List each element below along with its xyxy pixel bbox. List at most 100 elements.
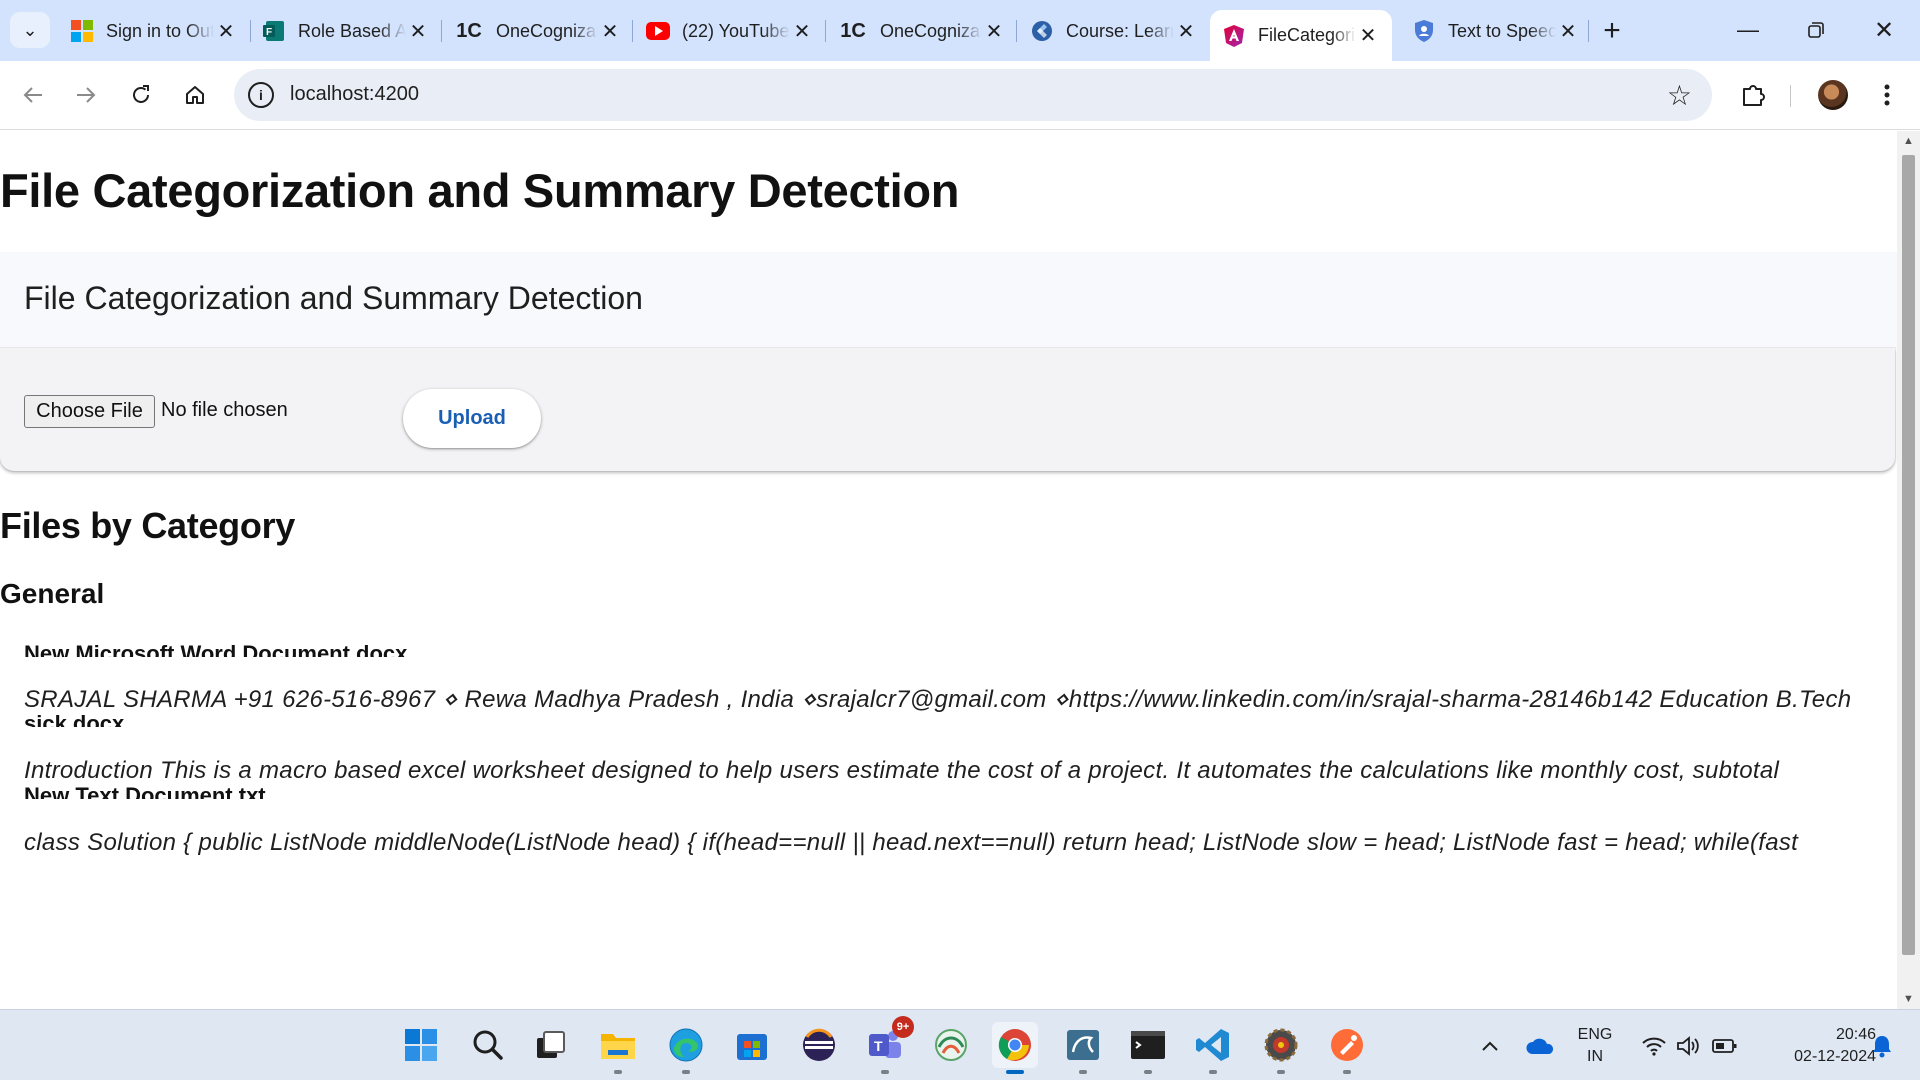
close-icon[interactable]: ✕	[1556, 19, 1580, 44]
tab-title: Sign in to Outlook	[106, 20, 214, 41]
close-icon: ✕	[1873, 16, 1895, 44]
svg-text:F: F	[266, 27, 272, 38]
tab-onecognizant-1[interactable]: 1C OneCognizant ✕	[442, 12, 634, 50]
gear-app-icon[interactable]	[1258, 1022, 1304, 1074]
more-vert-icon	[1884, 84, 1890, 106]
language-indicator[interactable]: ENG IN	[1570, 1010, 1620, 1080]
scroll-up-arrow-icon[interactable]: ▲	[1897, 131, 1920, 151]
file-name: sick.docx	[24, 712, 125, 727]
file-summary: SRAJAL SHARMA +91 626-516-8967 ⋄ Rewa Ma…	[24, 686, 1852, 713]
tab-youtube[interactable]: (22) YouTube ✕	[634, 12, 826, 50]
new-tab-button[interactable]: +	[1594, 14, 1630, 50]
address-bar[interactable]: i localhost:4200 ☆	[234, 69, 1712, 121]
running-indicator	[614, 1070, 622, 1074]
scroll-thumb[interactable]	[1902, 155, 1915, 955]
region-code: IN	[1587, 1047, 1603, 1065]
reload-icon	[133, 85, 149, 103]
file-summary: Introduction This is a macro based excel…	[24, 757, 1780, 784]
address-url[interactable]: localhost:4200	[290, 83, 419, 106]
onecognizant-icon: 1C	[840, 19, 866, 42]
wifi-icon[interactable]	[1636, 1010, 1672, 1080]
choose-file-button[interactable]: Choose File	[24, 395, 155, 428]
browser-toolbar: i localhost:4200 ☆	[0, 61, 1920, 130]
category-heading: General	[0, 578, 105, 609]
tab-separator	[632, 20, 633, 42]
upload-button[interactable]: Upload	[403, 389, 541, 448]
youtube-icon	[646, 19, 670, 43]
eclipse-icon[interactable]	[796, 1022, 842, 1068]
tab-separator	[1016, 20, 1017, 42]
menu-button[interactable]	[1867, 75, 1907, 115]
close-window-button[interactable]: ✕	[1854, 6, 1914, 54]
file-summary: class Solution { public ListNode middleN…	[24, 829, 1799, 856]
tab-strip: ⌄ Sign in to Outlook ✕ F Role Based Acce…	[0, 0, 1920, 61]
teams-icon[interactable]: T 9+	[862, 1016, 914, 1074]
running-indicator	[1144, 1070, 1152, 1074]
tab-search-button[interactable]: ⌄	[10, 12, 50, 48]
terminal-icon[interactable]	[1125, 1022, 1171, 1074]
notifications-bell-icon[interactable]	[1862, 1010, 1902, 1080]
mysql-workbench-icon[interactable]	[1060, 1022, 1106, 1074]
store-icon[interactable]	[729, 1022, 775, 1068]
arrow-left-icon	[23, 87, 42, 103]
vscode-icon[interactable]	[1190, 1022, 1236, 1074]
home-button[interactable]	[175, 75, 215, 115]
tab-title: OneCognizant	[496, 20, 598, 41]
card-header: File Categorization and Summary Detectio…	[0, 252, 1897, 348]
close-icon[interactable]: ✕	[214, 19, 238, 44]
show-hidden-icons-button[interactable]	[1476, 1010, 1504, 1080]
start-icon[interactable]	[398, 1022, 444, 1068]
vertical-scrollbar[interactable]: ▲ ▼	[1897, 131, 1920, 1009]
tab-title: Text to Speech	[1448, 20, 1556, 41]
edge-icon[interactable]	[663, 1022, 709, 1074]
page-viewport: File Categorization and Summary Detectio…	[0, 131, 1897, 1009]
home-icon	[186, 86, 204, 104]
arrow-right-icon	[77, 87, 96, 103]
close-icon[interactable]: ✕	[406, 19, 430, 44]
search-icon[interactable]	[465, 1022, 511, 1068]
upload-card: Choose File No file chosen Upload	[0, 348, 1895, 471]
tab-onecognizant-2[interactable]: 1C OneCognizant ✕	[826, 12, 1018, 50]
tab-role-based[interactable]: F Role Based Access ✕	[250, 12, 442, 50]
close-icon[interactable]: ✕	[598, 19, 622, 44]
tab-separator	[1588, 20, 1589, 42]
card-title: File Categorization and Summary Detectio…	[24, 280, 643, 316]
vpn-icon[interactable]	[928, 1022, 974, 1068]
volume-icon[interactable]	[1672, 1010, 1706, 1080]
microsoft-icon	[70, 19, 94, 43]
running-indicator	[1277, 1070, 1285, 1074]
puzzle-icon	[1743, 85, 1765, 106]
tab-filecategorization[interactable]: FileCategorization ✕	[1210, 10, 1392, 61]
tab-course[interactable]: Course: Learning ✕	[1018, 12, 1210, 50]
task-view-icon[interactable]	[528, 1022, 574, 1068]
extensions-button[interactable]	[1733, 75, 1773, 115]
file-explorer-icon[interactable]	[595, 1022, 641, 1074]
svg-text:T: T	[874, 1038, 883, 1054]
language-code: ENG	[1577, 1025, 1613, 1043]
close-icon[interactable]: ✕	[790, 19, 814, 44]
back-button[interactable]	[13, 75, 53, 115]
close-icon[interactable]: ✕	[982, 19, 1006, 44]
file-name: New Microsoft Word Document.docx	[24, 642, 408, 657]
info-icon[interactable]: i	[248, 82, 274, 108]
profile-avatar[interactable]	[1818, 80, 1848, 110]
tab-sign-in[interactable]: Sign in to Outlook ✕	[58, 12, 250, 50]
tab-title: Role Based Access	[298, 20, 406, 41]
star-icon[interactable]: ☆	[1667, 79, 1692, 112]
close-icon[interactable]: ✕	[1174, 19, 1198, 44]
onedrive-icon[interactable]	[1522, 1010, 1558, 1080]
files-by-category-heading: Files by Category	[0, 505, 295, 546]
chrome-icon[interactable]	[992, 1022, 1038, 1074]
close-icon[interactable]: ✕	[1356, 23, 1380, 48]
minimize-button[interactable]: —	[1718, 6, 1778, 54]
reload-button[interactable]	[121, 75, 161, 115]
postman-icon[interactable]	[1324, 1022, 1370, 1074]
battery-icon[interactable]	[1708, 1010, 1742, 1080]
scroll-down-arrow-icon[interactable]: ▼	[1897, 989, 1920, 1009]
clock[interactable]: 20:46 02-12-2024	[1752, 1010, 1876, 1080]
restore-button[interactable]	[1786, 6, 1846, 54]
chevron-up-icon	[1482, 1041, 1498, 1051]
running-indicator	[1343, 1070, 1351, 1074]
tab-text-to-speech[interactable]: Text to Speech ✕	[1400, 12, 1592, 50]
forward-button[interactable]	[66, 75, 106, 115]
